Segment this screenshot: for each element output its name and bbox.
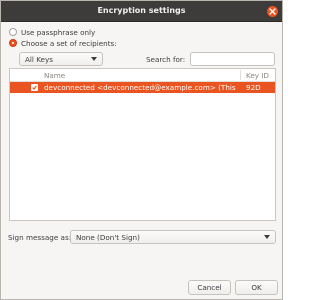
encryption-settings-dialog: Encryption settings Use passphrase only … [0, 0, 283, 300]
recipient-key-id: 92D [246, 83, 261, 92]
sign-label: Sign message as: [8, 233, 72, 242]
cancel-button[interactable]: Cancel [188, 280, 231, 295]
title-bar[interactable]: Encryption settings [1, 1, 282, 22]
key-filter-select[interactable]: All Keys [19, 52, 103, 66]
sign-as-select[interactable]: None (Don't Sign) [70, 230, 276, 244]
column-divider [240, 70, 241, 80]
checkmark-icon [32, 85, 37, 90]
column-header-name[interactable]: Name [44, 71, 65, 80]
recipient-name: devconnected <devconnected@example.com> … [44, 83, 238, 92]
passphrase-only-option[interactable]: Use passphrase only [9, 27, 95, 37]
table-header: Name Key ID [10, 69, 275, 82]
key-filter-value: All Keys [25, 54, 53, 64]
recipients-radio[interactable] [9, 39, 17, 47]
passphrase-label: Use passphrase only [21, 27, 96, 37]
search-label: Search for: [146, 55, 186, 64]
close-button[interactable] [267, 6, 278, 17]
recipient-checkbox[interactable] [31, 84, 38, 91]
column-header-key-id[interactable]: Key ID [246, 71, 269, 80]
recipients-label: Choose a set of recipients: [21, 38, 117, 48]
close-icon [269, 8, 276, 15]
passphrase-radio[interactable] [9, 28, 17, 36]
ok-button[interactable]: OK [235, 280, 278, 295]
sign-as-value: None (Don't Sign) [76, 232, 140, 242]
table-row[interactable]: devconnected <devconnected@example.com> … [10, 82, 275, 93]
recipients-option[interactable]: Choose a set of recipients: [9, 38, 117, 48]
chevron-down-icon [264, 235, 270, 239]
dialog-title: Encryption settings [97, 6, 186, 15]
recipients-table[interactable]: Name Key ID devconnected <devconnected@e… [9, 68, 276, 221]
chevron-down-icon [91, 57, 97, 61]
search-input[interactable] [190, 52, 275, 66]
